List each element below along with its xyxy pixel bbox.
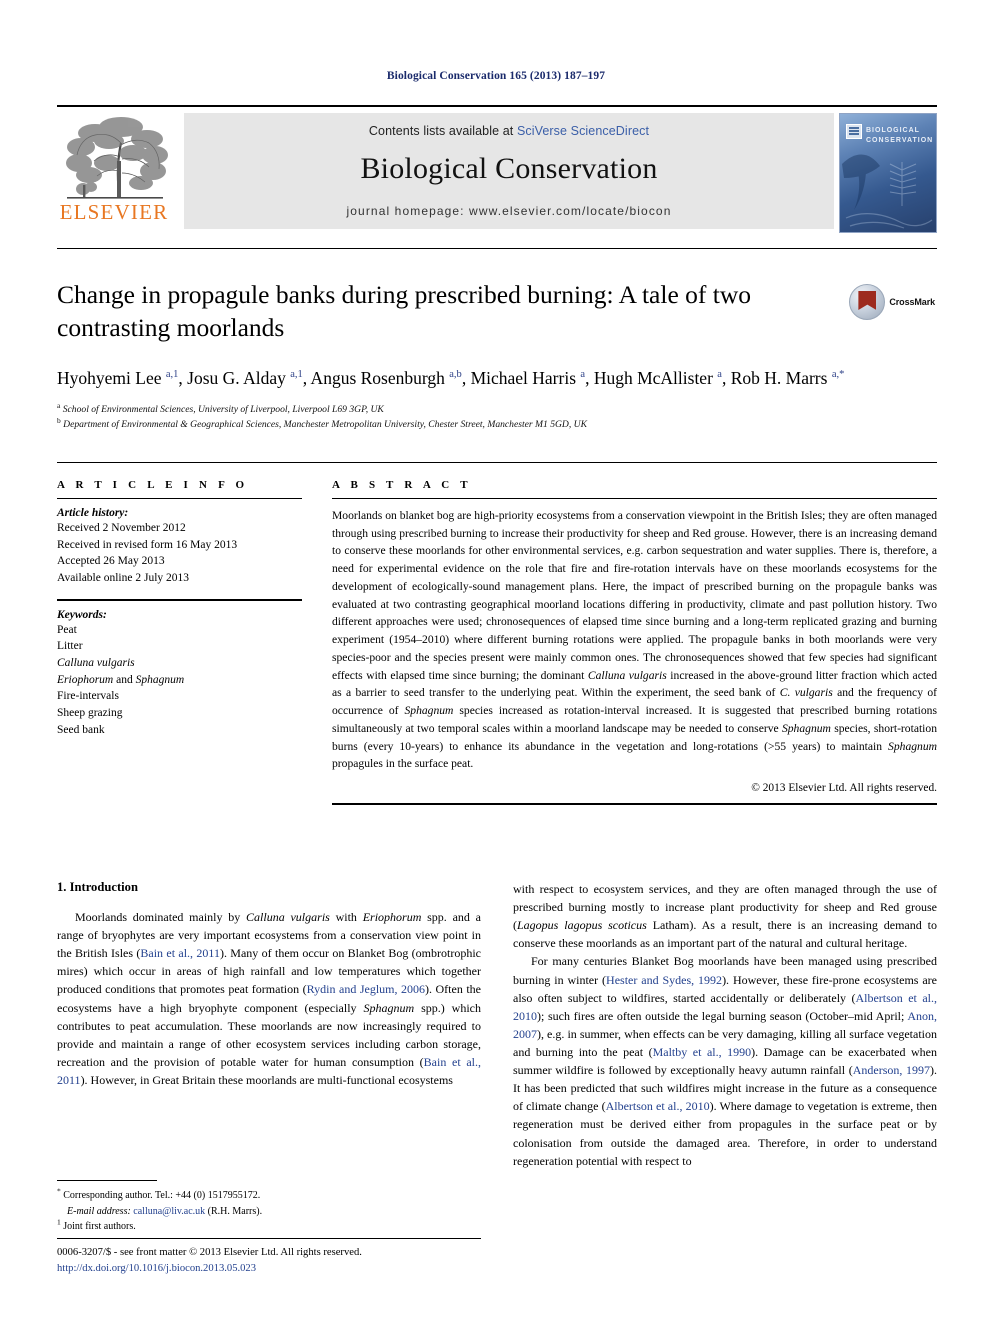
journal-cover-thumbnail[interactable]: BIOLOGICAL CONSERVATION: [839, 113, 937, 233]
info-abstract-columns: A R T I C L E I N F O Article history: R…: [57, 479, 938, 806]
journal-article-page: Biological Conservation 165 (2013) 187–1…: [0, 0, 992, 1323]
contents-available-line: Contents lists available at SciVerse Sci…: [369, 124, 649, 138]
masthead-top-rule: [57, 105, 937, 107]
body-column-right: with respect to ecosystem services, and …: [513, 880, 937, 1170]
doi-link[interactable]: http://dx.doi.org/10.1016/j.biocon.2013.…: [57, 1261, 577, 1277]
affiliation-a: a School of Environmental Sciences, Univ…: [57, 400, 384, 416]
email-note: E-mail address: calluna@liv.ac.uk (R.H. …: [67, 1205, 263, 1217]
abstract-text: Moorlands on blanket bog are high-priori…: [332, 509, 938, 771]
article-history-list: Received 2 November 2012 Received in rev…: [57, 520, 302, 587]
affiliation-a-text: School of Environmental Sciences, Univer…: [62, 404, 384, 416]
bottom-matter-rule: [57, 1238, 481, 1239]
abstract-rule: [332, 498, 937, 499]
crossmark-badge[interactable]: CrossMark: [849, 284, 935, 320]
keyword-item: Fire-intervals: [57, 690, 119, 703]
journal-homepage-link[interactable]: journal homepage: www.elsevier.com/locat…: [347, 204, 672, 218]
keyword-item: Seed bank: [57, 723, 105, 736]
journal-name: Biological Conservation: [360, 152, 658, 185]
history-item: Received in revised form 16 May 2013: [57, 538, 238, 551]
info-abstract-top-rule: [57, 462, 937, 463]
keyword-item: Eriophorum and Sphagnum: [57, 673, 185, 686]
keywords-label: Keywords:: [57, 608, 107, 621]
title-top-rule: [57, 248, 937, 249]
author-list: Hyohyemi Lee a,1, Josu G. Alday a,1, Ang…: [57, 368, 845, 389]
journal-band: Contents lists available at SciVerse Sci…: [184, 113, 834, 229]
page-title: Change in propagule banks during prescri…: [57, 280, 752, 342]
history-item: Accepted 26 May 2013: [57, 555, 165, 568]
info-abstract-section: A R T I C L E I N F O Article history: R…: [57, 462, 938, 806]
article-body: 1. Introduction Moorlands dominated main…: [57, 880, 937, 1170]
introduction-paragraph: with respect to ecosystem services, and …: [513, 882, 937, 951]
history-item: Available online 2 July 2013: [57, 572, 190, 585]
keyword-item: Sheep grazing: [57, 707, 123, 720]
body-column-left: 1. Introduction Moorlands dominated main…: [57, 880, 481, 1170]
joint-authors-note: 1 Joint first authors.: [57, 1217, 136, 1232]
front-matter-line: 0006-3207/$ - see front matter © 2013 El…: [57, 1247, 362, 1258]
sciencedirect-link[interactable]: SciVerse ScienceDirect: [517, 124, 649, 138]
masthead-body: ELSEVIER Contents lists available at Sci…: [57, 113, 937, 233]
journal-masthead: ELSEVIER Contents lists available at Sci…: [57, 105, 937, 233]
elsevier-logo: ELSEVIER: [57, 113, 179, 231]
introduction-heading: 1. Introduction: [57, 880, 138, 894]
elsevier-wordmark: ELSEVIER: [59, 200, 169, 224]
article-history-label: Article history:: [57, 507, 129, 519]
affiliation-list: a School of Environmental Sciences, Univ…: [57, 400, 937, 433]
corresponding-author-note: * Corresponding author. Tel.: +44 (0) 15…: [57, 1186, 261, 1201]
crossmark-label: CrossMark: [889, 297, 935, 307]
bottom-matter: 0006-3207/$ - see front matter © 2013 El…: [57, 1238, 577, 1277]
elsevier-tree-icon: [61, 113, 169, 201]
keyword-item: Litter: [57, 640, 83, 653]
history-item: Received 2 November 2012: [57, 522, 186, 534]
article-info-heading: A R T I C L E I N F O: [57, 479, 249, 491]
footnotes: * Corresponding author. Tel.: +44 (0) 15…: [57, 1180, 481, 1235]
abstract-column: A B S T R A C T Moorlands on blanket bog…: [332, 479, 938, 806]
introduction-paragraph: For many centuries Blanket Bog moorlands…: [513, 954, 938, 1168]
title-block: CrossMark Change in propagule banks duri…: [57, 248, 937, 433]
crossmark-icon: [849, 284, 886, 320]
running-head: Biological Conservation 165 (2013) 187–1…: [386, 70, 606, 82]
abstract-bottom-rule: [332, 803, 937, 806]
keyword-item: Peat: [57, 623, 77, 636]
article-info-rule: [57, 498, 302, 499]
keyword-item: Calluna vulgaris: [57, 657, 135, 670]
affiliation-b-text: Department of Environmental & Geographic…: [63, 418, 587, 430]
keywords-list: Peat Litter Calluna vulgaris Eriophorum …: [57, 622, 302, 739]
abstract-copyright: © 2013 Elsevier Ltd. All rights reserved…: [751, 782, 937, 795]
article-info-column: A R T I C L E I N F O Article history: R…: [57, 479, 332, 805]
footnote-rule: [57, 1180, 157, 1181]
affiliation-b: b Department of Environmental & Geograph…: [57, 415, 587, 430]
contents-prefix: Contents lists available at: [368, 124, 517, 138]
abstract-heading: A B S T R A C T: [332, 479, 472, 491]
introduction-paragraph: Moorlands dominated mainly by Calluna vu…: [57, 910, 482, 1087]
keywords-divider: [57, 598, 302, 601]
